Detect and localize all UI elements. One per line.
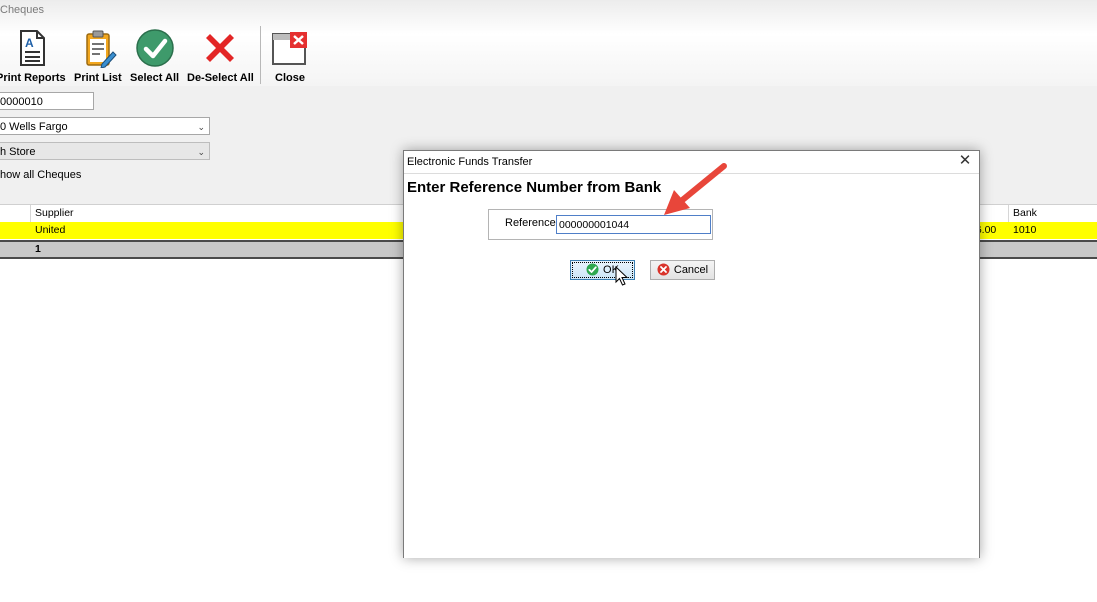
deselect-all-button[interactable]: De-Select All	[187, 28, 254, 84]
select-all-label: Select All	[130, 72, 180, 84]
cheque-number-field[interactable]: 0000010	[0, 92, 94, 110]
print-list-label: Print List	[74, 72, 122, 84]
supplier-column-header[interactable]: Supplier	[31, 205, 74, 222]
dialog-heading: Enter Reference Number from Bank	[407, 179, 662, 196]
chevron-down-icon: ⌄	[197, 122, 205, 132]
cancel-button[interactable]: Cancel	[650, 260, 715, 280]
cancel-label: Cancel	[673, 264, 709, 276]
red-x-icon	[206, 34, 235, 62]
toolbar-ribbon: Cheques A Print Reports Print List Selec…	[0, 0, 1097, 87]
cheques-window: Cheques A Print Reports Print List Selec…	[0, 0, 1097, 602]
dialog-body: Enter Reference Number from Bank Referen…	[404, 173, 979, 558]
eft-dialog: Electronic Funds Transfer ✕ Enter Refere…	[403, 150, 980, 558]
toolbar-separator	[260, 26, 261, 84]
svg-text:A: A	[25, 36, 34, 50]
select-all-button[interactable]: Select All	[130, 28, 179, 84]
reference-label: Reference	[505, 217, 556, 229]
chevron-down-icon: ⌄	[197, 147, 205, 157]
supplier-cell: United	[35, 224, 66, 236]
close-window-icon	[272, 32, 307, 65]
check-icon	[586, 263, 599, 276]
print-list-button[interactable]: Print List	[74, 28, 122, 84]
checkmark-circle-icon	[135, 29, 174, 67]
reference-group: Reference	[488, 209, 713, 240]
show-all-cheques-checkbox[interactable]: how all Cheques	[0, 169, 81, 181]
reference-input[interactable]	[556, 215, 711, 234]
bank-column-header[interactable]: Bank	[1009, 205, 1037, 222]
dialog-titlebar: Electronic Funds Transfer ✕	[404, 151, 979, 173]
deselect-all-label: De-Select All	[187, 72, 254, 84]
dialog-close-icon[interactable]: ✕	[957, 153, 973, 169]
clipboard-list-icon	[86, 30, 117, 68]
close-button[interactable]: Close	[270, 28, 310, 84]
window-title: Cheques	[0, 4, 45, 16]
print-reports-label: Print Reports	[0, 72, 66, 84]
store-select[interactable]: h Store ⌄	[0, 142, 210, 160]
total-count: 1	[35, 243, 41, 255]
ok-label: OK	[603, 264, 619, 276]
document-report-icon: A	[19, 30, 45, 66]
ok-button[interactable]: OK	[570, 260, 635, 280]
cancel-icon	[657, 263, 670, 276]
store-value: h Store	[0, 146, 36, 158]
close-label: Close	[275, 72, 305, 84]
dialog-title: Electronic Funds Transfer	[407, 156, 533, 168]
bank-cell: 1010	[1013, 224, 1037, 236]
bank-account-select[interactable]: 0 Wells Fargo ⌄	[0, 117, 210, 135]
bank-account-value: 0 Wells Fargo	[0, 121, 68, 133]
print-reports-button[interactable]: A Print Reports	[0, 28, 66, 84]
